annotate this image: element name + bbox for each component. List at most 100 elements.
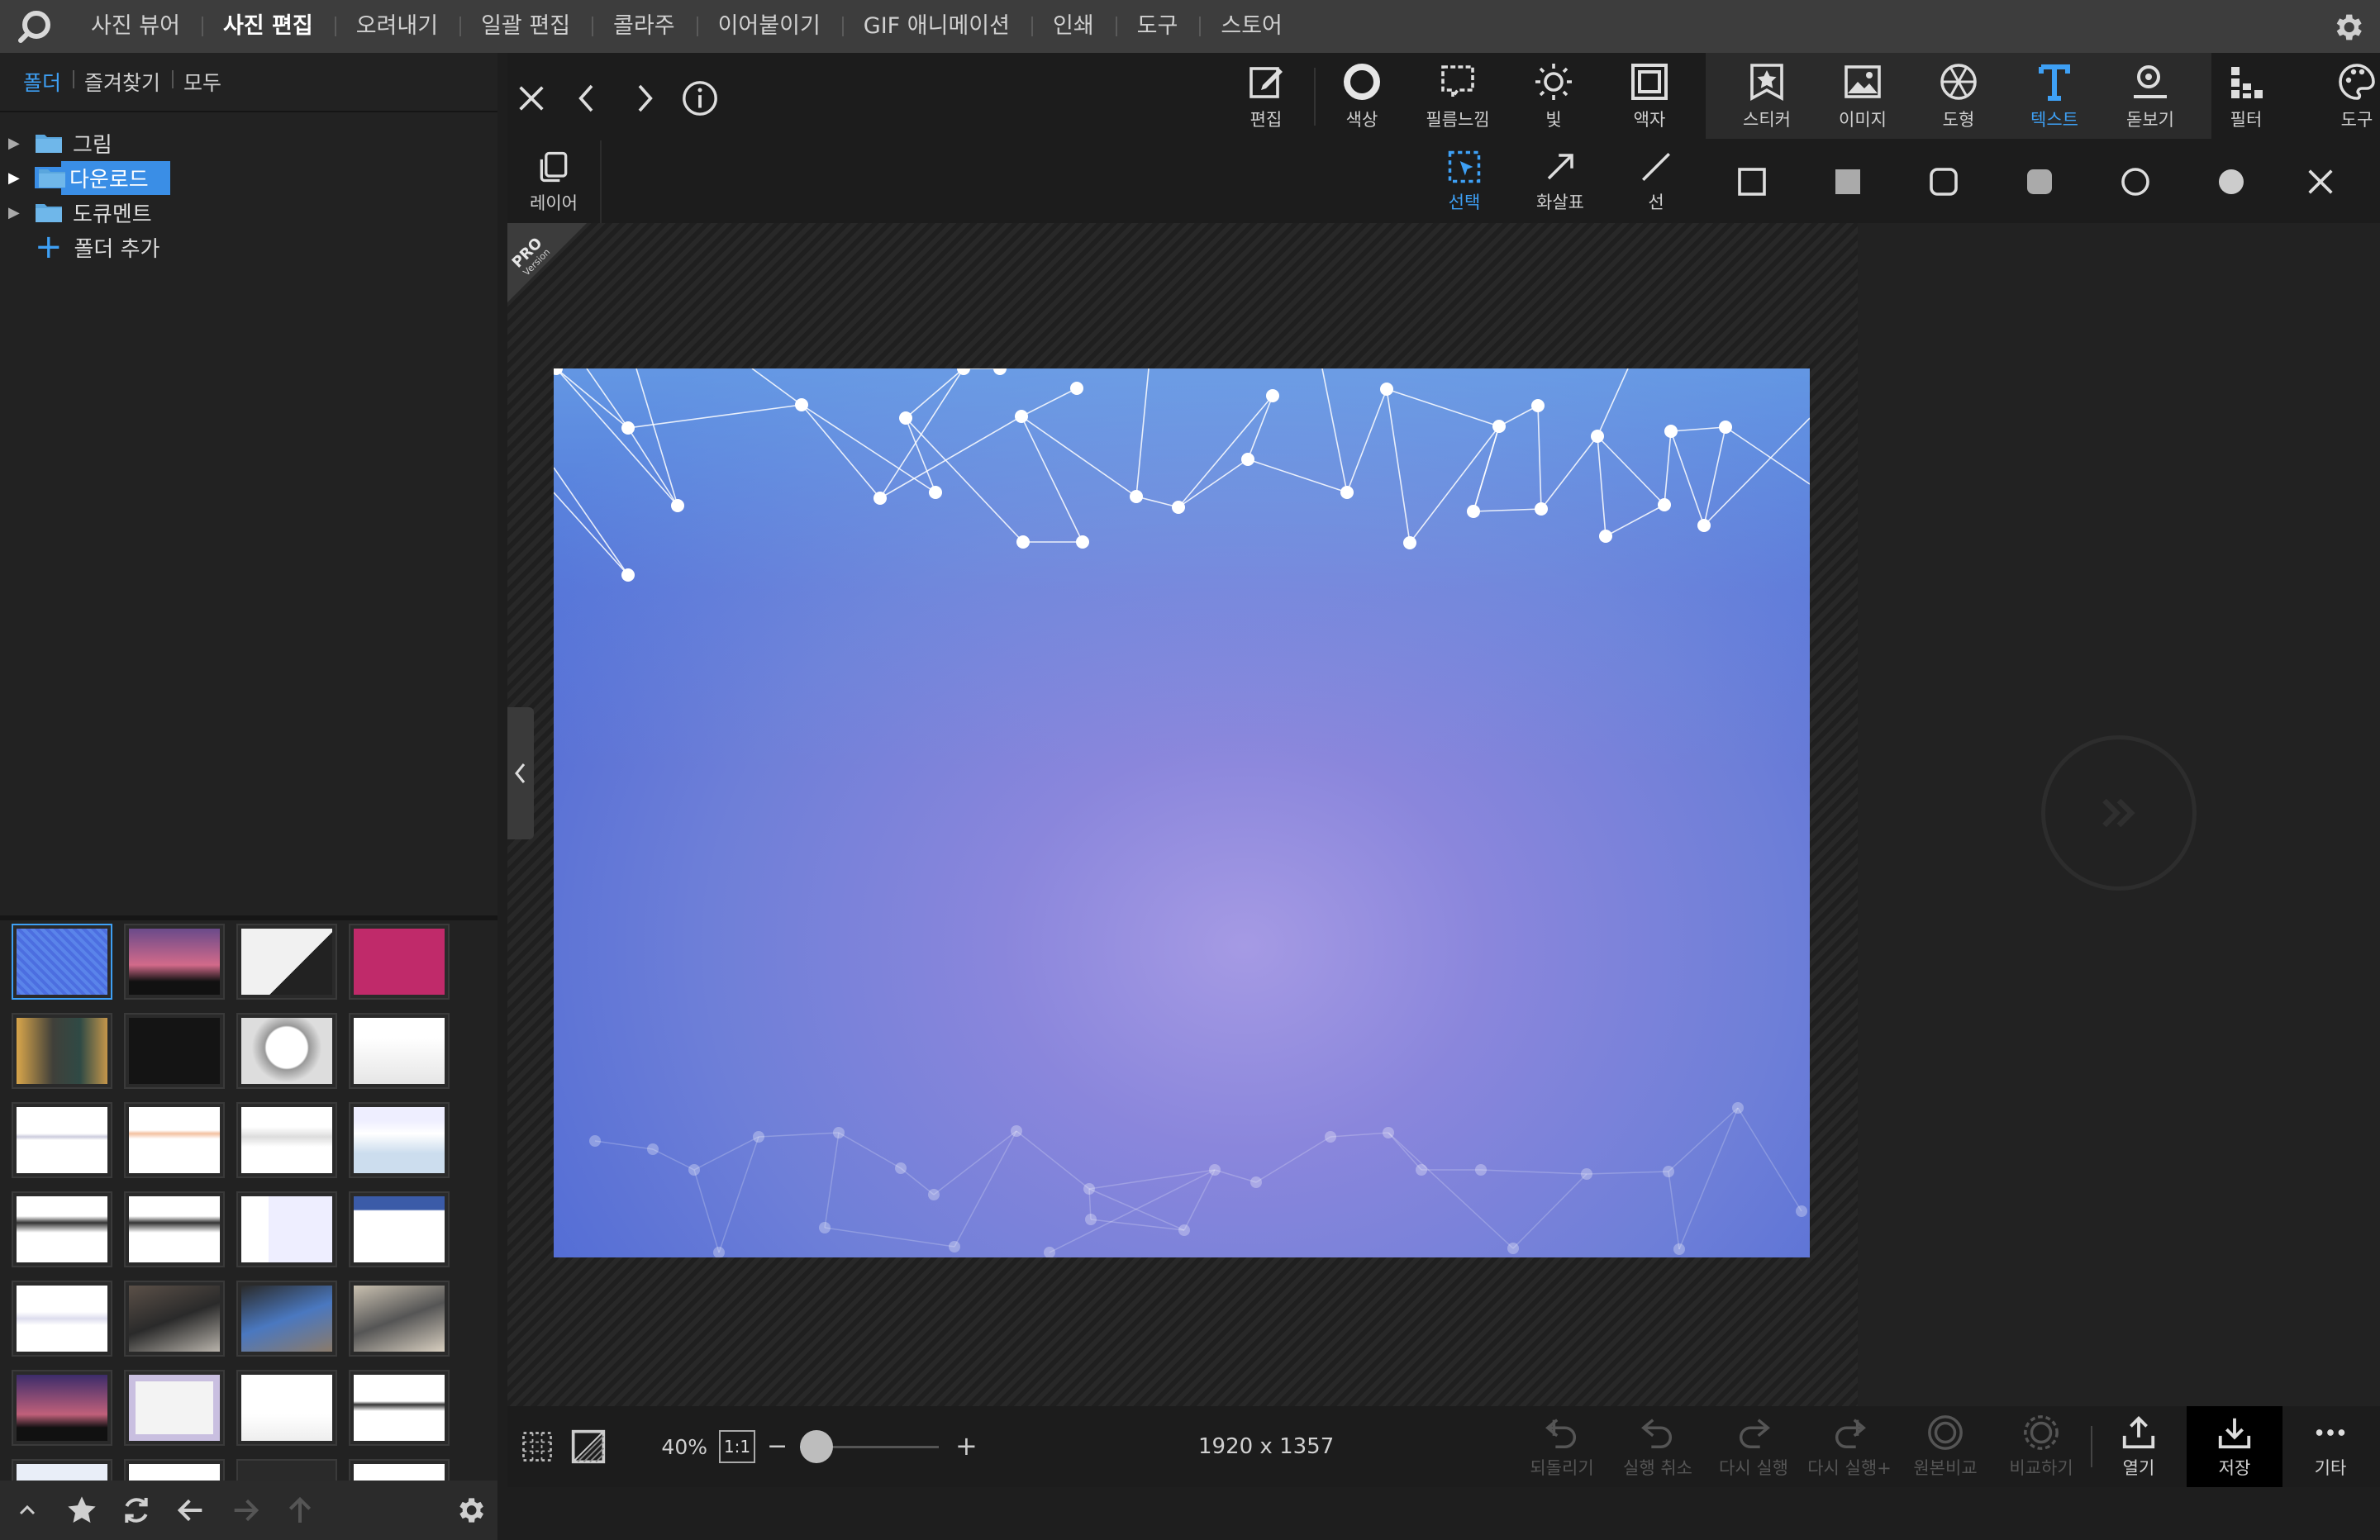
thumbnail[interactable] — [349, 1370, 450, 1446]
favorite-star-icon[interactable] — [55, 1481, 109, 1540]
thumbnail[interactable] — [236, 1191, 337, 1267]
zoom-slider[interactable]: − + — [767, 1430, 978, 1463]
tool-film[interactable]: 필름느낌 — [1410, 53, 1506, 140]
tree-item-documents[interactable]: ▶ 도큐멘트 — [0, 195, 497, 230]
tab-favorites[interactable]: 즐겨찾기 — [73, 67, 172, 97]
info-icon[interactable] — [676, 74, 724, 122]
collapse-up-icon[interactable] — [0, 1481, 55, 1540]
menu-batch-edit[interactable]: 일괄 편집 — [459, 0, 592, 53]
refresh-icon[interactable] — [109, 1481, 164, 1540]
menu-photo-viewer[interactable]: 사진 뷰어 — [69, 0, 202, 53]
rounded-rect-filled-tool[interactable] — [1998, 140, 2081, 223]
thumbnail[interactable] — [12, 1459, 112, 1481]
actual-size-button[interactable]: 1:1 — [719, 1430, 755, 1463]
menu-combine[interactable]: 이어붙이기 — [696, 0, 842, 53]
rectangle-filled-tool[interactable] — [1806, 140, 1889, 223]
add-folder-button[interactable]: + 폴더 추가 — [0, 230, 497, 264]
tool-edit[interactable]: 편집 — [1218, 53, 1314, 140]
canvas-area[interactable]: PRO Version — [507, 223, 1858, 1406]
ellipse-filled-tool[interactable] — [2190, 140, 2273, 223]
close-subtoolbar-icon[interactable] — [2279, 140, 2362, 223]
tab-all[interactable]: 모두 — [172, 67, 233, 97]
settings-gear-icon[interactable] — [2330, 10, 2365, 45]
ellipse-outline-tool[interactable] — [2094, 140, 2177, 223]
expand-panel-button[interactable] — [2041, 735, 2197, 891]
thumbnail[interactable] — [12, 924, 112, 1000]
tool-shape[interactable]: 도형 — [1911, 53, 2006, 140]
close-icon[interactable] — [507, 74, 555, 122]
thumbnail[interactable] — [349, 924, 450, 1000]
thumbnail[interactable] — [124, 1102, 225, 1178]
transparency-toggle-icon[interactable] — [567, 1428, 610, 1465]
thumbnail[interactable] — [12, 1102, 112, 1178]
zoom-out-icon[interactable]: − — [767, 1432, 788, 1461]
line-tool[interactable]: 선 — [1615, 140, 1697, 223]
expand-arrow-icon[interactable]: ▶ — [8, 204, 25, 221]
menu-photo-edit[interactable]: 사진 편집 — [201, 0, 335, 53]
arrow-tool[interactable]: 화살표 — [1519, 140, 1602, 223]
tool-filter[interactable]: 필터 — [2198, 53, 2294, 140]
tab-folders[interactable]: 폴더 — [12, 67, 73, 97]
rectangle-outline-tool[interactable] — [1711, 140, 1793, 223]
tree-item-pictures[interactable]: ▶ 그림 — [0, 126, 497, 160]
back-arrow-icon[interactable] — [164, 1481, 218, 1540]
zoom-slider-knob[interactable] — [800, 1430, 834, 1463]
next-icon[interactable] — [620, 74, 668, 122]
tool-magnifier[interactable]: 돋보기 — [2102, 53, 2198, 140]
menu-print[interactable]: 인쇄 — [1031, 0, 1116, 53]
menu-collage[interactable]: 콜라주 — [592, 0, 697, 53]
expand-arrow-icon[interactable]: ▶ — [8, 135, 25, 152]
thumbnail[interactable] — [12, 1191, 112, 1267]
thumbnail[interactable] — [349, 1191, 450, 1267]
tool-sun[interactable]: 빛 — [1506, 53, 1602, 140]
tool-sticker[interactable]: 스티커 — [1719, 53, 1815, 140]
sidebar-settings-gear-icon[interactable] — [443, 1481, 497, 1540]
tree-item-downloads[interactable]: ▶ 다운로드 — [0, 160, 497, 195]
thumbnail[interactable] — [236, 1013, 337, 1089]
thumbnail[interactable] — [124, 1459, 225, 1481]
open-icon — [2122, 1416, 2155, 1449]
more-button[interactable]: 기타 — [2282, 1406, 2378, 1487]
save-button[interactable]: 저장 — [2187, 1406, 2282, 1487]
grid-toggle-icon[interactable] — [507, 1428, 567, 1465]
menu-store[interactable]: 스토어 — [1199, 0, 1304, 53]
thumbnail[interactable] — [124, 1281, 225, 1357]
open-button[interactable]: 열기 — [2091, 1406, 2187, 1487]
thumbnail[interactable] — [236, 1459, 337, 1481]
tool-palette[interactable]: 도구 — [2309, 53, 2380, 140]
thumbnail[interactable] — [12, 1370, 112, 1446]
zoom-in-icon[interactable]: + — [955, 1430, 978, 1462]
thumbnail[interactable] — [349, 1102, 450, 1178]
thumbnail[interactable] — [124, 1191, 225, 1267]
thumbnail[interactable] — [349, 1459, 450, 1481]
tool-color-ring[interactable]: 색상 — [1314, 53, 1410, 140]
rounded-rect-outline-tool[interactable] — [1902, 140, 1985, 223]
thumbnail[interactable] — [12, 1281, 112, 1357]
app-logo-icon[interactable] — [0, 0, 69, 53]
thumbnail[interactable] — [349, 1281, 450, 1357]
tool-image[interactable]: 이미지 — [1815, 53, 1911, 140]
thumbnail[interactable] — [349, 1013, 450, 1089]
edited-image[interactable] — [554, 368, 1810, 1257]
zoom-percent[interactable]: 40% — [625, 1435, 707, 1459]
expand-arrow-icon[interactable]: ▶ — [8, 169, 25, 187]
previous-icon[interactable] — [564, 74, 612, 122]
thumbnail[interactable] — [236, 1102, 337, 1178]
tool-text[interactable]: 텍스트 — [2006, 53, 2102, 140]
thumbnail[interactable] — [124, 1013, 225, 1089]
panel-divider[interactable] — [0, 915, 497, 920]
menu-gif-animation[interactable]: GIF 애니메이션 — [841, 0, 1031, 53]
folder-tree: ▶ 그림 ▶ 다운로드 ▶ 도큐멘트 + 폴더 추가 — [0, 112, 497, 264]
layer-button[interactable]: 레이어 — [507, 140, 602, 223]
thumbnail[interactable] — [124, 924, 225, 1000]
thumbnail[interactable] — [236, 1370, 337, 1446]
thumbnail[interactable] — [12, 1013, 112, 1089]
select-tool[interactable]: 선택 — [1423, 140, 1506, 223]
thumbnail[interactable] — [236, 924, 337, 1000]
menu-cutout[interactable]: 오려내기 — [334, 0, 459, 53]
tool-frame[interactable]: 액자 — [1602, 53, 1697, 140]
thumbnail[interactable] — [236, 1281, 337, 1357]
collapse-sidebar-button[interactable] — [507, 707, 534, 839]
thumbnail[interactable] — [124, 1370, 225, 1446]
menu-tools[interactable]: 도구 — [1115, 0, 1200, 53]
